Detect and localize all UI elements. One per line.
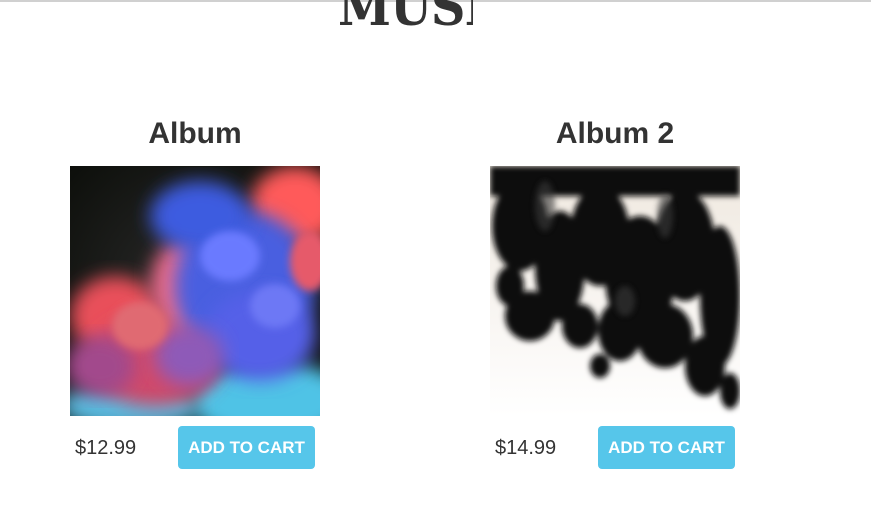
album-price: $12.99 bbox=[75, 437, 137, 459]
album-title: Album bbox=[148, 117, 242, 150]
add-to-cart-button[interactable]: ADD TO CART bbox=[598, 426, 735, 469]
album-card: Album $12.99 ADD TO CART bbox=[70, 112, 320, 469]
album-price: $14.99 bbox=[495, 437, 557, 459]
logo-text: MUSIC bbox=[338, 0, 473, 38]
add-to-cart-button[interactable]: ADD TO CART bbox=[178, 426, 315, 469]
album-cover-image[interactable] bbox=[490, 166, 740, 416]
album-card: Album 2 $14.99 ADD TO CART bbox=[490, 112, 740, 469]
album-title: Album 2 bbox=[555, 117, 675, 150]
store-page: MUSIC Album bbox=[0, 0, 871, 527]
music-logo[interactable]: MUSIC bbox=[338, 0, 473, 42]
album-cover-image[interactable] bbox=[70, 166, 320, 416]
